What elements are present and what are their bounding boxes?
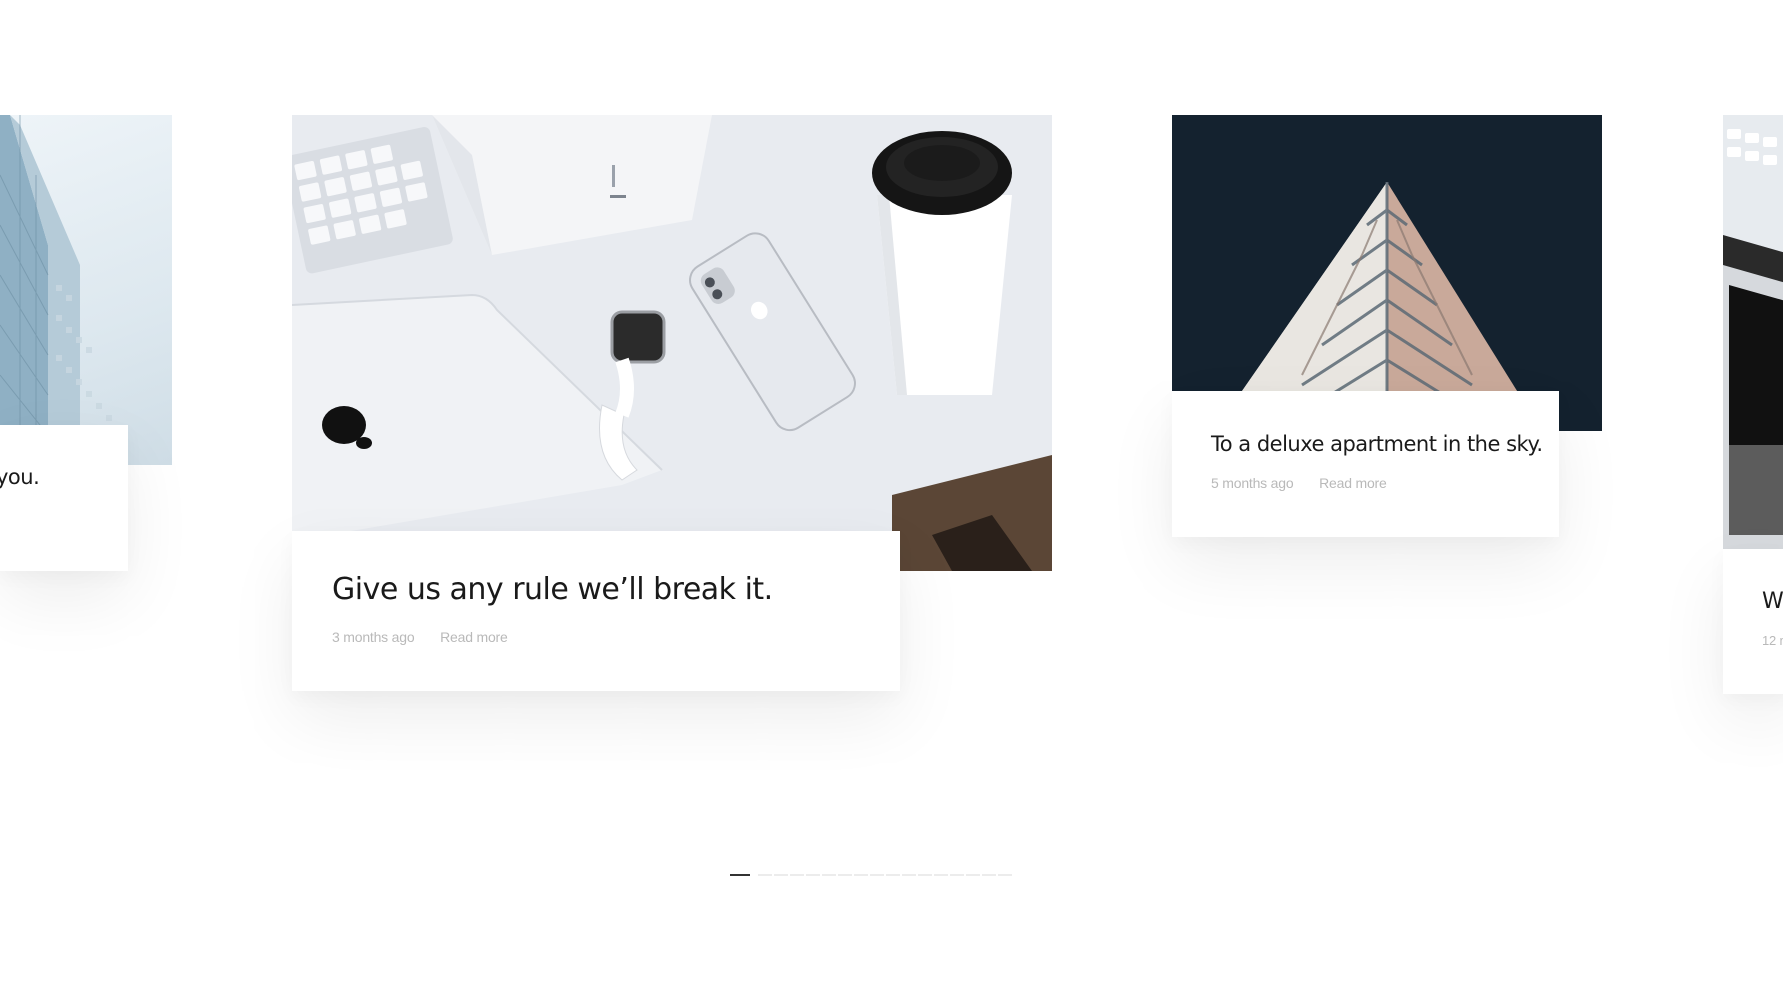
post-title[interactable]: Give us any rule we’ll break it.	[332, 572, 773, 607]
pagination-dot[interactable]	[774, 874, 788, 876]
pagination-dot[interactable]	[998, 874, 1012, 876]
post-meta: 5 months ago Read more	[1211, 475, 1387, 491]
pagination-dot[interactable]	[806, 874, 820, 876]
post-meta: 3 months ago Read more	[332, 629, 508, 645]
post-title[interactable]: We	[1762, 589, 1783, 614]
post-date: 12 m	[1762, 633, 1783, 648]
pagination-dot[interactable]	[838, 874, 852, 876]
post-image-building[interactable]	[0, 115, 172, 465]
blog-carousel[interactable]: you. Give us any rule we’ll break it. 3 …	[0, 0, 1783, 999]
post-title[interactable]: To a deluxe apartment in the sky.	[1211, 432, 1543, 456]
carousel-pagination	[730, 872, 1014, 878]
read-more-link[interactable]: Read more	[440, 629, 508, 645]
post-card-caption	[0, 425, 128, 571]
pagination-dot[interactable]	[790, 874, 804, 876]
post-card-caption	[1723, 549, 1783, 694]
read-more-link[interactable]: Read more	[1319, 475, 1387, 491]
post-date: 3 months ago	[332, 629, 415, 645]
pagination-dot[interactable]	[730, 874, 750, 876]
pagination-dot[interactable]	[966, 874, 980, 876]
pagination-dot[interactable]	[854, 874, 868, 876]
post-card-caption	[1172, 391, 1559, 537]
pagination-dot[interactable]	[822, 874, 836, 876]
pagination-dot[interactable]	[886, 874, 900, 876]
post-meta: 12 m	[1762, 633, 1783, 648]
pagination-dot[interactable]	[870, 874, 884, 876]
post-image-desk[interactable]	[292, 115, 1052, 571]
pagination-dot[interactable]	[902, 874, 916, 876]
pagination-dot[interactable]	[950, 874, 964, 876]
post-image-laptop[interactable]	[1723, 115, 1783, 549]
post-title[interactable]: you.	[0, 465, 40, 489]
pagination-dot[interactable]	[982, 874, 996, 876]
pagination-dot[interactable]	[918, 874, 932, 876]
post-image-skyscraper[interactable]	[1172, 115, 1602, 431]
pagination-dot[interactable]	[758, 874, 772, 876]
post-date: 5 months ago	[1211, 475, 1294, 491]
pagination-dot[interactable]	[934, 874, 948, 876]
post-card-caption	[292, 531, 900, 691]
